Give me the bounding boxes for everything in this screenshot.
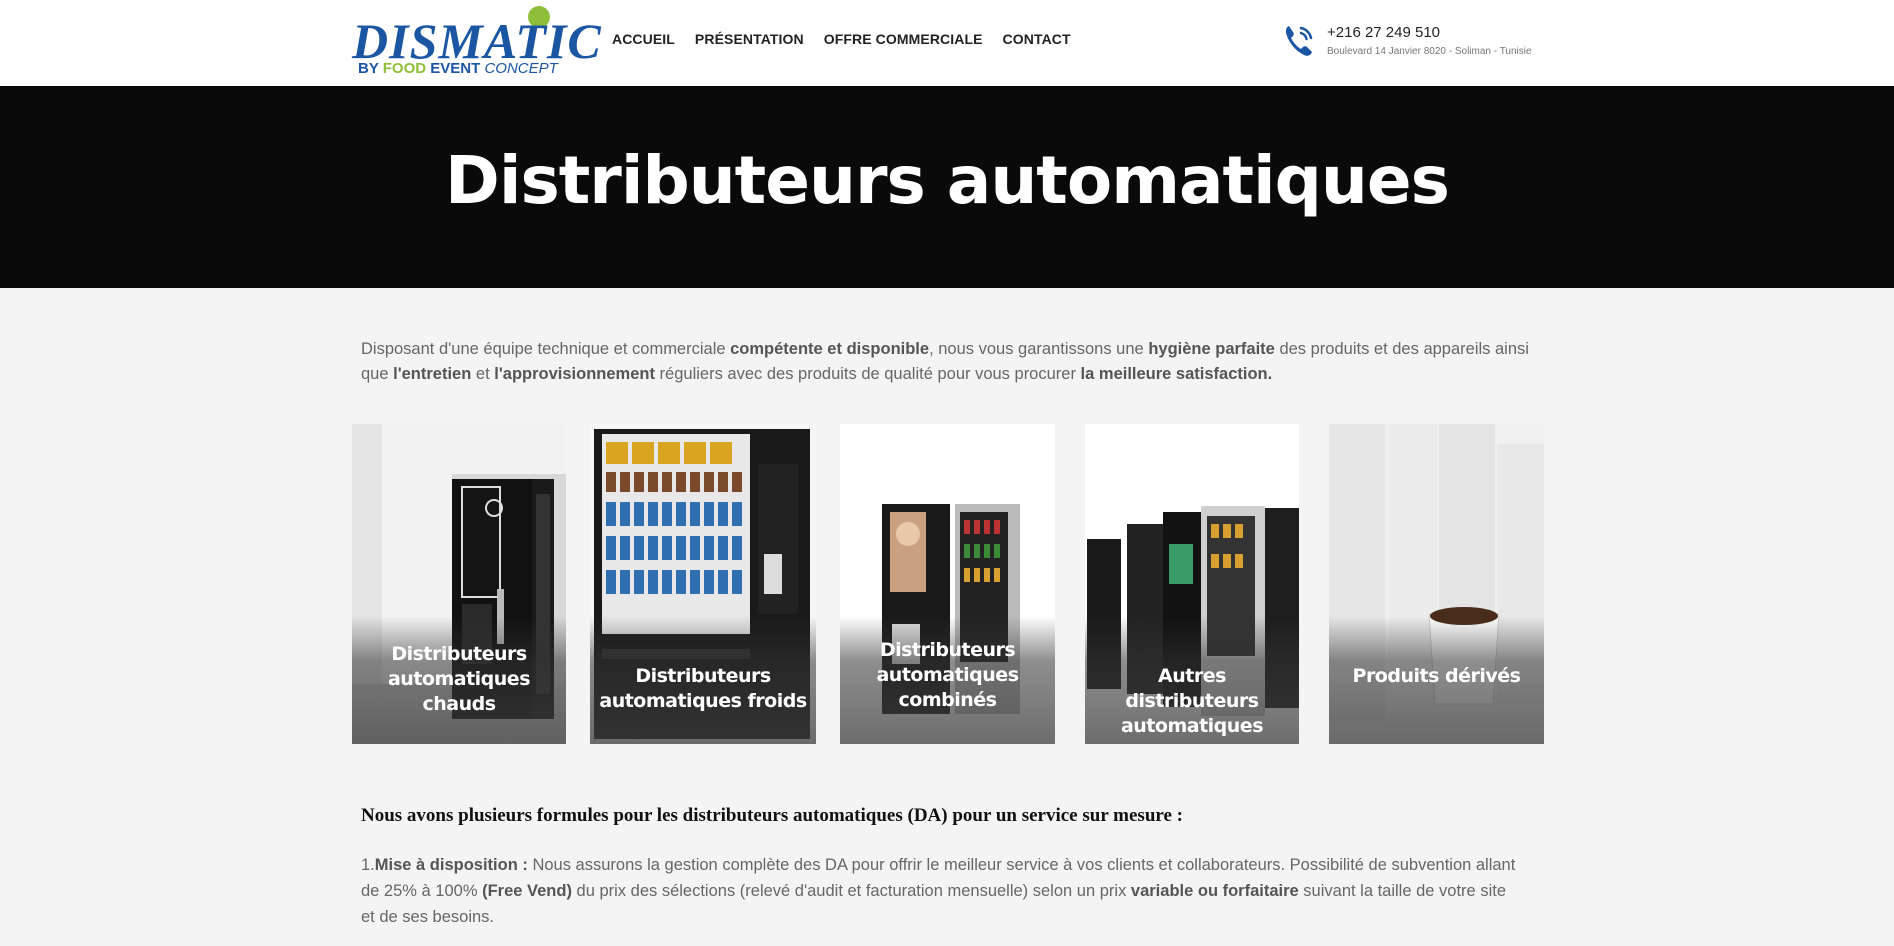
intro-bold: la meilleure satisfaction.	[1080, 365, 1273, 383]
card-label-area: Autres distributeurs automatiques	[1085, 616, 1299, 744]
intro-text: Disposant d'une équipe technique et comm…	[361, 340, 731, 358]
card-label-area: Produits dérivés	[1329, 616, 1544, 744]
logo-tagline: BY FOOD EVENT CONCEPT	[358, 61, 558, 77]
formule-number: 1.	[361, 856, 375, 874]
formule-text: du prix des sélections (relevé d'audit e…	[571, 882, 1131, 900]
page-title: Distributeurs automatiques	[445, 142, 1450, 219]
nav-item-presentation[interactable]: PRÉSENTATION	[695, 31, 804, 47]
formule-bold: variable ou forfaitaire	[1130, 882, 1299, 900]
category-card-produits-derives[interactable]: Produits dérivés	[1329, 424, 1544, 744]
intro-text: et	[471, 365, 495, 383]
intro-bold: compétente et disponible	[730, 340, 930, 358]
card-title: Distributeurs automatiques combinés	[876, 639, 1019, 711]
phone-icon	[1285, 26, 1313, 56]
card-title: Produits dérivés	[1352, 665, 1521, 687]
logo-tagline-food: FOOD	[382, 60, 427, 77]
intro-text: , nous vous garantissons une	[929, 340, 1149, 358]
nav-item-offre-commerciale[interactable]: OFFRE COMMERCIALE	[824, 31, 983, 47]
card-title: Distributeurs automatiques chauds	[387, 643, 531, 715]
site-logo[interactable]: DISMATIC BY FOOD EVENT CONCEPT	[352, 6, 601, 80]
nav-item-contact[interactable]: CONTACT	[1003, 31, 1071, 47]
category-card-autres[interactable]: Autres distributeurs automatiques	[1085, 424, 1299, 744]
hero-banner: Distributeurs automatiques	[0, 86, 1894, 288]
card-title: Distributeurs automatiques froids	[599, 665, 807, 712]
card-label-area: Distributeurs automatiques froids	[590, 616, 816, 744]
category-card-froids[interactable]: Distributeurs automatiques froids	[590, 424, 816, 744]
category-card-combines[interactable]: Distributeurs automatiques combinés	[840, 424, 1055, 744]
main-nav: ACCUEIL PRÉSENTATION OFFRE COMMERCIALE C…	[612, 31, 1071, 47]
address: Boulevard 14 Janvier 8020 - Soliman - Tu…	[1327, 46, 1532, 57]
logo-tagline-concept: CONCEPT	[484, 60, 558, 77]
card-title: Autres distributeurs automatiques	[1120, 665, 1264, 737]
logo-tagline-by: BY	[358, 60, 379, 77]
card-label-area: Distributeurs automatiques combinés	[840, 616, 1055, 744]
intro-paragraph: Disposant d'une équipe technique et comm…	[361, 337, 1551, 387]
formule-bold: (Free Vend)	[482, 882, 572, 900]
formule-title: Mise à disposition :	[374, 856, 528, 874]
phone-number[interactable]: +216 27 249 510	[1327, 24, 1440, 41]
nav-item-accueil[interactable]: ACCUEIL	[612, 31, 675, 47]
logo-wordmark: DISMATIC	[352, 13, 602, 69]
intro-bold: hygiène parfaite	[1148, 340, 1275, 358]
site-header: DISMATIC BY FOOD EVENT CONCEPT ACCUEIL P…	[0, 0, 1894, 86]
formule-1-paragraph: 1.Mise à disposition : Nous assurons la …	[361, 852, 1521, 930]
logo-tagline-event: EVENT	[430, 60, 481, 77]
intro-bold: l'approvisionnement	[494, 365, 655, 383]
category-card-chauds[interactable]: Distributeurs automatiques chauds	[352, 424, 566, 744]
card-label-area: Distributeurs automatiques chauds	[352, 616, 566, 744]
intro-text: réguliers avec des produits de qualité p…	[654, 365, 1081, 383]
intro-bold: l'entretien	[393, 365, 472, 383]
formules-heading: Nous avons plusieurs formules pour les d…	[361, 805, 1183, 826]
